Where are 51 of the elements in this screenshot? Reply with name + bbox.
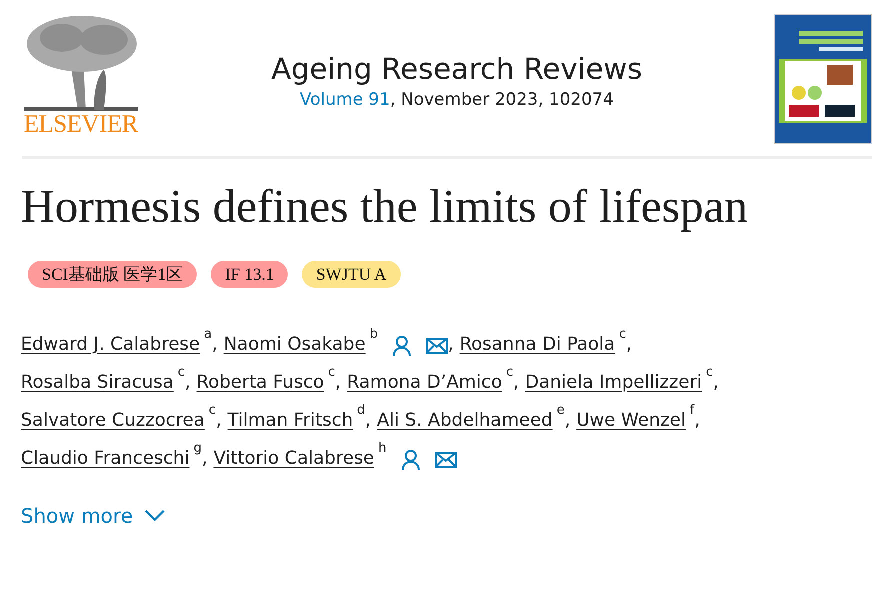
show-more-button[interactable]: Show more (21, 504, 166, 528)
affiliation-mark: c (328, 366, 336, 379)
author-link[interactable]: Tilman Fritsch (228, 406, 354, 436)
author-link[interactable]: Ramona D’Amico (347, 368, 502, 398)
separator-comma: , (365, 409, 372, 433)
separator-comma: , (564, 409, 571, 433)
affiliation-mark: c (706, 366, 714, 379)
author-link[interactable]: Claudio Franceschi (21, 444, 190, 474)
separator-comma: , (202, 447, 208, 471)
affiliation-mark: f (690, 404, 695, 417)
tag-badge: SWJTU A (302, 261, 401, 288)
tag-badge: IF 13.1 (211, 261, 288, 288)
author-link[interactable]: Uwe Wenzel (576, 406, 686, 436)
article-title: Hormesis defines the limits of lifespan (21, 180, 750, 235)
author-link[interactable]: Daniela Impellizzeri (525, 368, 702, 398)
volume-link[interactable]: Volume 91 (300, 90, 390, 110)
separator-comma: , (335, 371, 342, 395)
affiliation-mark: c (178, 366, 186, 379)
person-icon[interactable] (400, 448, 421, 472)
person-icon[interactable] (392, 334, 412, 358)
separator-comma: , (448, 333, 454, 357)
separator-comma: , (216, 409, 222, 433)
chevron-icon (145, 510, 166, 522)
affiliation-mark: e (556, 404, 565, 417)
separator-comma: , (185, 371, 191, 395)
author-link[interactable]: Vittorio Calabrese (214, 444, 374, 474)
author-link[interactable]: Roberta Fusco (196, 368, 324, 398)
affiliation-mark: c (208, 404, 216, 417)
affiliation-mark: c (506, 366, 514, 379)
issue-details: , November 2023, 102074 (390, 90, 614, 110)
author-link[interactable]: Edward J. Calabrese (21, 330, 200, 360)
separator-comma: , (626, 333, 632, 357)
affiliation-mark: h (378, 442, 387, 455)
affiliation-mark: g (194, 442, 202, 455)
tag-badge: SCI基础版 医学1区 (28, 261, 198, 288)
journal-title[interactable]: Ageing Research Reviews (272, 52, 642, 86)
separator-comma: , (713, 371, 719, 395)
author-link[interactable]: Rosalba Siracusa (21, 368, 174, 398)
separator-comma: , (694, 410, 700, 433)
affiliation-mark: c (619, 328, 626, 341)
publisher-logo-text: ELSEVIER (24, 112, 138, 137)
separator-comma: , (514, 371, 520, 395)
separator-comma: , (212, 333, 218, 357)
journal-cover-image[interactable] (774, 14, 872, 144)
author-link[interactable]: Naomi Osakabe (224, 330, 366, 360)
author-link[interactable]: Ali S. Abdelhameed (377, 406, 553, 436)
affiliation-mark: d (357, 404, 366, 417)
affiliation-mark: b (370, 328, 378, 341)
affiliation-mark: a (204, 328, 212, 341)
author-link[interactable]: Salvatore Cuzzocrea (21, 406, 205, 436)
author-link[interactable]: Rosanna Di Paola (460, 330, 616, 360)
